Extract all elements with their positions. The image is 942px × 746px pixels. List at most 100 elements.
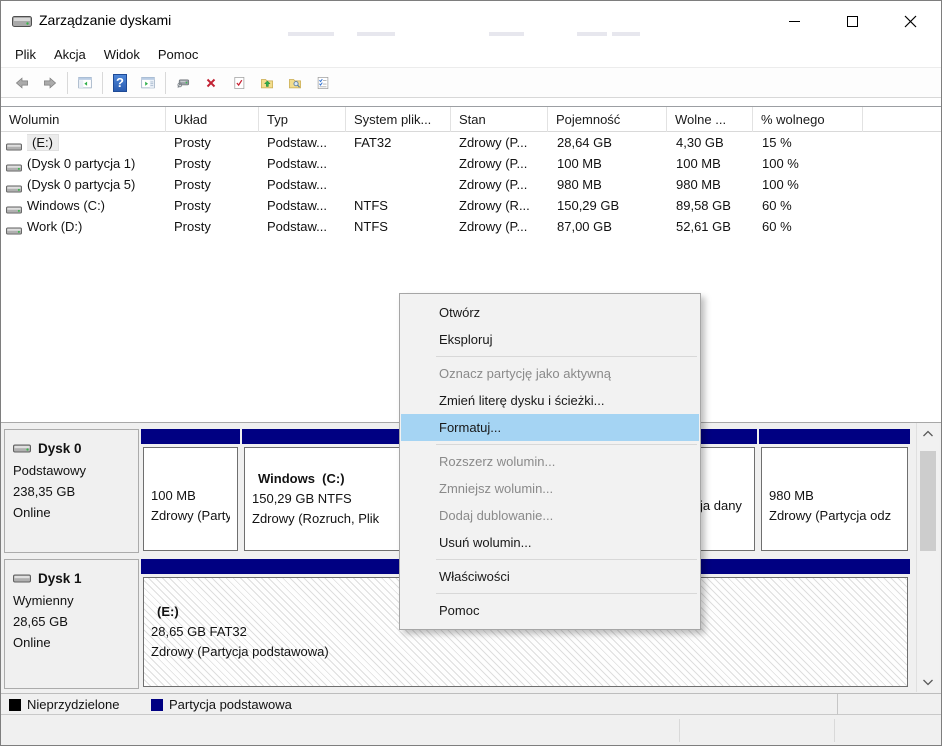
help-button[interactable]: ? (107, 71, 133, 95)
action-pane-icon (141, 74, 155, 92)
minimize-icon (789, 21, 800, 22)
primary-partition-color-swatch (151, 699, 163, 711)
menubar: Plik Akcja Widok Pomoc (1, 41, 941, 67)
screen-artifact (489, 32, 524, 36)
menu-akcja[interactable]: Akcja (45, 44, 95, 65)
explore-button[interactable] (282, 71, 308, 95)
column-header-stan[interactable]: Stan (451, 107, 548, 132)
maximize-button[interactable] (829, 1, 875, 41)
volume-row-e[interactable]: (E:) Prosty Podstaw... FAT32 Zdrowy (P..… (1, 132, 942, 153)
show-console-tree-button[interactable] (72, 71, 98, 95)
column-header-procent-wolnego[interactable]: % wolnego (753, 107, 863, 132)
scroll-up-arrow-icon[interactable] (917, 425, 939, 442)
disk1-size: 28,65 GB (13, 611, 138, 632)
menu-item-usun-wolumin[interactable]: Usuń wolumin... (400, 529, 700, 556)
volume-list: (E:) Prosty Podstaw... FAT32 Zdrowy (P..… (1, 132, 942, 237)
screen-artifact (612, 32, 640, 36)
disk1-type: Wymienny (13, 590, 138, 611)
menu-item-zmien-litere[interactable]: Zmień literę dysku i ścieżki... (400, 387, 700, 414)
mark-active-button[interactable] (226, 71, 252, 95)
back-icon (15, 73, 29, 93)
folder-up-arrow-icon (260, 73, 274, 93)
open-button[interactable] (254, 71, 280, 95)
menu-plik[interactable]: Plik (6, 44, 45, 65)
volume-row-windows-c[interactable]: Windows (C:) Prosty Podstaw... NTFS Zdro… (1, 195, 942, 216)
close-icon (904, 15, 917, 28)
selected-volume-label: (E:) (27, 135, 58, 150)
context-menu: Otwórz Eksploruj Oznacz partycję jako ak… (399, 293, 701, 630)
disk1-panel[interactable]: Dysk 1 Wymienny 28,65 GB Online (4, 559, 139, 689)
menu-widok[interactable]: Widok (95, 44, 149, 65)
rescan-disks-button[interactable] (170, 71, 196, 95)
disk1-name: Dysk 1 (38, 571, 82, 586)
menu-separator (436, 356, 697, 357)
volume-row-dysk0-part5[interactable]: (Dysk 0 partycja 5) Prosty Podstaw... Zd… (1, 174, 942, 195)
menu-item-pomoc[interactable]: Pomoc (400, 597, 700, 624)
disk0-status: Online (13, 502, 138, 523)
disk0-name: Dysk 0 (38, 441, 82, 456)
volume-row-dysk0-part1[interactable]: (Dysk 0 partycja 1) Prosty Podstaw... Zd… (1, 153, 942, 174)
column-header-wolne[interactable]: Wolne ... (667, 107, 753, 132)
delete-x-icon (204, 73, 218, 93)
volume-icon (6, 181, 22, 189)
column-header-pojemnosc[interactable]: Pojemność (548, 107, 667, 132)
legend-primary-partition-label: Partycja podstawowa (169, 697, 292, 713)
partition-recovery[interactable]: 980 MB Zdrowy (Partycja odz (759, 429, 910, 553)
menu-separator (436, 559, 697, 560)
properties-button[interactable] (310, 71, 336, 95)
disk-icon (13, 574, 31, 583)
folder-search-icon (288, 73, 302, 93)
menu-item-eksploruj[interactable]: Eksploruj (400, 326, 700, 353)
menu-item-formatuj[interactable]: Formatuj... (401, 414, 699, 441)
menu-item-zmniejsz-wolumin: Zmniejsz wolumin... (400, 475, 700, 502)
primary-partition-strip (759, 429, 910, 444)
disk1-status: Online (13, 632, 138, 653)
partition-dysk0-system[interactable]: 100 MB Zdrowy (Partycja (141, 429, 240, 553)
disk0-size: 238,35 GB (13, 481, 138, 502)
screen-artifact (288, 32, 334, 36)
console-tree-icon (78, 74, 92, 92)
minimize-button[interactable] (771, 1, 817, 41)
statusbar-divider (679, 719, 680, 742)
back-button[interactable] (9, 71, 35, 95)
forward-button[interactable] (37, 71, 63, 95)
menu-item-dodaj-dublowanie: Dodaj dublowanie... (400, 502, 700, 529)
statusbar-divider (834, 719, 835, 742)
delete-volume-button[interactable] (198, 71, 224, 95)
column-header-uklad[interactable]: Układ (166, 107, 259, 132)
menu-separator (436, 593, 697, 594)
column-header-wolumin[interactable]: Wolumin (1, 107, 166, 132)
scrollbar-thumb[interactable] (920, 451, 936, 551)
volume-icon (6, 139, 22, 147)
close-button[interactable] (887, 1, 933, 41)
volume-icon (6, 223, 22, 231)
primary-partition-strip (141, 429, 240, 444)
menu-item-otworz[interactable]: Otwórz (400, 299, 700, 326)
statusbar (1, 715, 941, 746)
toolbar: ? (1, 67, 941, 98)
show-action-pane-button[interactable] (135, 71, 161, 95)
check-page-icon (232, 73, 246, 93)
menu-item-oznacz-partycje: Oznacz partycję jako aktywną (400, 360, 700, 387)
titlebar: Zarządzanie dyskami (1, 1, 941, 41)
help-icon: ? (113, 74, 127, 92)
volume-list-header: Wolumin Układ Typ System plik... Stan Po… (1, 106, 942, 132)
volume-row-work-d[interactable]: Work (D:) Prosty Podstaw... NTFS Zdrowy … (1, 216, 942, 237)
menu-item-rozszerz-wolumin: Rozszerz wolumin... (400, 448, 700, 475)
toolbar-separator (67, 72, 68, 94)
forward-icon (43, 73, 57, 93)
volume-icon (6, 202, 22, 210)
menu-pomoc[interactable]: Pomoc (149, 44, 207, 65)
checklist-icon (316, 73, 330, 93)
disk-icon (13, 444, 31, 453)
toolbar-separator (165, 72, 166, 94)
pane-scrollbar[interactable] (916, 423, 939, 692)
scroll-down-arrow-icon[interactable] (917, 673, 939, 690)
disk0-panel[interactable]: Dysk 0 Podstawowy 238,35 GB Online (4, 429, 139, 553)
window-title: Zarządzanie dyskami (39, 12, 171, 28)
column-header-system-plikow[interactable]: System plik... (346, 107, 451, 132)
column-header-typ[interactable]: Typ (259, 107, 346, 132)
menu-item-wlasciwosci[interactable]: Właściwości (400, 563, 700, 590)
volume-icon (6, 160, 22, 168)
legend-divider (837, 694, 838, 716)
